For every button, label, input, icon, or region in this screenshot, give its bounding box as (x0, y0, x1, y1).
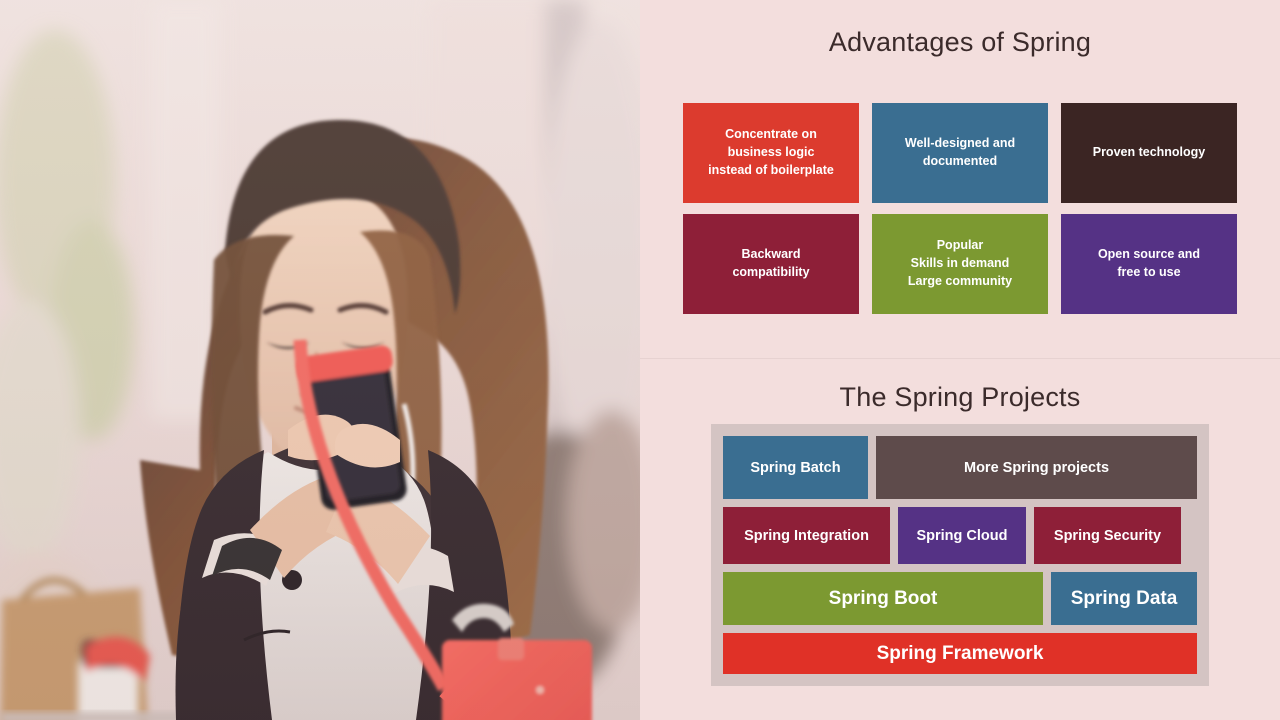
project-box-spring-integration[interactable]: Spring Integration (723, 507, 890, 564)
project-box-spring-security[interactable]: Spring Security (1034, 507, 1181, 564)
project-box-spring-framework[interactable]: Spring Framework (723, 633, 1197, 674)
project-label: Spring Integration (744, 527, 869, 544)
advantage-card-proven-technology[interactable]: Proven technology (1061, 103, 1237, 203)
advantages-title: Advantages of Spring (828, 27, 1092, 57)
slide-stage: Advantages of Spring Concentrate on busi… (0, 0, 1280, 720)
project-label: Spring Data (1070, 587, 1178, 609)
project-label: Spring Cloud (916, 527, 1008, 544)
advantages-section: Advantages of Spring Concentrate on busi… (640, 0, 1280, 358)
project-label: Spring Batch (750, 459, 841, 476)
project-label: Spring Boot (828, 587, 938, 609)
projects-row-1: Spring Batch More Spring projects (723, 436, 1197, 499)
projects-row-3: Spring Boot Spring Data (723, 572, 1197, 625)
woman-with-smartphone-photo (0, 0, 640, 720)
advantage-label: Backward compatibility (732, 247, 810, 279)
projects-section: The Spring Projects Spring Batch More Sp… (640, 358, 1280, 720)
projects-row-2: Spring Integration Spring Cloud Spring S… (723, 507, 1197, 564)
advantage-card-open-source[interactable]: Open source and free to use (1061, 214, 1237, 314)
advantage-label: Concentrate on business logic instead of… (708, 127, 834, 177)
project-box-spring-boot[interactable]: Spring Boot (723, 572, 1043, 625)
project-box-more-spring-projects[interactable]: More Spring projects (876, 436, 1197, 499)
projects-row-4: Spring Framework (723, 633, 1197, 674)
content-panel: Advantages of Spring Concentrate on busi… (640, 0, 1280, 720)
advantage-label: Proven technology (1092, 145, 1206, 160)
advantage-card-backward-compatibility[interactable]: Backward compatibility (683, 214, 859, 314)
project-label: Spring Framework (876, 642, 1044, 664)
projects-title: The Spring Projects (839, 382, 1081, 412)
advantage-label: Well-designed and documented (904, 136, 1016, 168)
advantage-card-concentrate[interactable]: Concentrate on business logic instead of… (683, 103, 859, 203)
project-label: Spring Security (1053, 527, 1162, 544)
project-label: More Spring projects (963, 459, 1110, 476)
advantages-grid: Concentrate on business logic instead of… (683, 103, 1237, 314)
photo-illustration (0, 0, 640, 720)
advantage-card-well-designed[interactable]: Well-designed and documented (872, 103, 1048, 203)
projects-stack-container: Spring Batch More Spring projects Spring… (711, 424, 1209, 686)
advantage-card-popular[interactable]: Popular Skills in demand Large community (872, 214, 1048, 314)
advantage-label: Popular Skills in demand Large community (907, 238, 1013, 288)
advantage-label: Open source and free to use (1097, 247, 1201, 279)
project-box-spring-data[interactable]: Spring Data (1051, 572, 1197, 625)
project-box-spring-cloud[interactable]: Spring Cloud (898, 507, 1026, 564)
project-box-spring-batch[interactable]: Spring Batch (723, 436, 868, 499)
